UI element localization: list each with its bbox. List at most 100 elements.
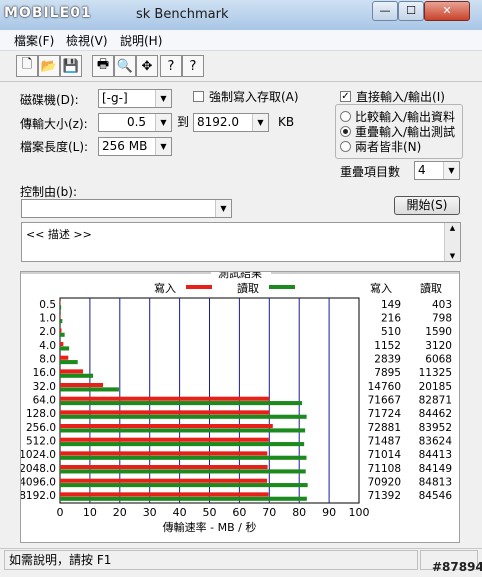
- save-icon[interactable]: 💾: [60, 55, 82, 77]
- results-chart: 測試結果寫入 讀取 寫入 讀取 0 10 20 30 40 50 60 70 80 90 100 傳輸速率 -…: [21, 272, 459, 534]
- write-value: 71667: [368, 395, 401, 407]
- y-tick-label: 2048.0: [21, 463, 56, 475]
- bar-read: [60, 401, 302, 406]
- to-label: 到: [177, 115, 190, 129]
- y-tick-label: 8192.0: [21, 490, 56, 502]
- direct-io-label: 直接輸入/輸出(I): [356, 90, 445, 104]
- queue-depth-label: 重疊項目數: [340, 165, 401, 179]
- drive-select-value: [-g-]: [102, 91, 128, 105]
- x-tick-label: 90: [322, 506, 336, 519]
- chevron-down-icon[interactable]: ▼: [155, 90, 171, 107]
- read-value: 403: [432, 299, 452, 311]
- read-value: 83624: [419, 436, 453, 448]
- app-logo: MOBILE01: [4, 5, 92, 21]
- x-tick-label: 0: [57, 506, 64, 519]
- write-value: 1152: [374, 340, 401, 352]
- y-tick-label: 256.0: [26, 422, 56, 434]
- bar-write: [60, 410, 270, 415]
- x-tick-label: 30: [143, 506, 157, 519]
- menu-help[interactable]: 說明(H): [120, 32, 162, 49]
- legend-swatch: [269, 285, 295, 289]
- menu-file[interactable]: 檔案(F): [14, 32, 54, 49]
- chevron-down-icon[interactable]: ▼: [443, 162, 459, 179]
- legend-swatch: [186, 285, 212, 289]
- unit-label: KB: [278, 115, 295, 129]
- description-scrollbar[interactable]: ▲ ▼: [444, 223, 460, 261]
- read-value: 1590: [425, 326, 452, 338]
- bar-write: [60, 369, 84, 374]
- bar-write: [60, 396, 270, 401]
- maximize-button[interactable]: ☐: [398, 1, 424, 21]
- queue-depth-select[interactable]: 4 ▼: [414, 161, 460, 180]
- direct-io-checkbox[interactable]: ✓: [340, 91, 351, 102]
- legend-label: 讀取: [237, 281, 259, 295]
- x-tick-label: 40: [173, 506, 187, 519]
- neither-radio[interactable]: [340, 141, 351, 152]
- open-folder-icon[interactable]: 📂: [38, 55, 60, 77]
- y-tick-label: 0.5: [39, 299, 56, 311]
- chart-title: 測試結果: [218, 272, 262, 280]
- window-title: sk Benchmark: [136, 7, 229, 22]
- transfer-size-label: 傳輸大小(z):: [20, 117, 88, 131]
- write-value: 14760: [368, 381, 401, 393]
- write-value: 71392: [368, 490, 401, 502]
- bar-read: [60, 373, 94, 378]
- chevron-down-icon[interactable]: ▼: [155, 114, 171, 131]
- read-value: 84813: [419, 477, 452, 489]
- transfer-from-select[interactable]: 0.5 ▼: [98, 113, 172, 132]
- y-tick-label: 2.0: [39, 326, 56, 338]
- x-axis-label: 傳輸速率 - MB / 秒: [163, 520, 257, 534]
- bar-read: [60, 360, 78, 365]
- bar-write: [60, 437, 269, 442]
- file-length-value: 256 MB: [102, 139, 148, 153]
- scroll-up-icon[interactable]: ▲: [445, 223, 460, 233]
- help-icon[interactable]: ?: [160, 55, 182, 77]
- watermark: #87894: [432, 560, 482, 574]
- read-value: 798: [432, 313, 452, 325]
- chevron-down-icon[interactable]: ▼: [215, 200, 231, 217]
- start-button[interactable]: 開始(S): [394, 196, 460, 215]
- print-icon[interactable]: 🖶: [92, 55, 114, 77]
- menu-view[interactable]: 檢視(V): [66, 32, 108, 49]
- x-tick-label: 100: [349, 506, 370, 519]
- bar-write: [60, 342, 64, 347]
- x-tick-label: 10: [83, 506, 97, 519]
- new-doc-icon[interactable]: 🗋: [16, 55, 38, 77]
- overlap-io-radio[interactable]: [340, 126, 351, 137]
- results-chart-panel: 測試結果 寫入 讀取 寫入 讀取 0 10 20 30 40 50 60 70 80 90 100 傳輸速率 -…: [20, 271, 460, 543]
- bar-write: [60, 451, 268, 456]
- move-icon[interactable]: ✥: [136, 55, 158, 77]
- minimize-button[interactable]: —: [372, 1, 398, 21]
- bar-write: [60, 465, 268, 470]
- force-write-checkbox[interactable]: [193, 91, 204, 102]
- transfer-to-select[interactable]: 8192.0 ▼: [193, 113, 269, 132]
- write-value: 71108: [368, 463, 401, 475]
- chevron-down-icon[interactable]: ▼: [155, 138, 171, 155]
- transfer-to-value: 8192.0: [197, 115, 239, 129]
- file-length-select[interactable]: 256 MB ▼: [98, 137, 172, 156]
- compare-io-radio[interactable]: [340, 111, 351, 122]
- control-select[interactable]: ▼: [21, 199, 232, 218]
- read-value: 3120: [425, 340, 452, 352]
- read-value: 84149: [419, 463, 452, 475]
- bar-write: [60, 424, 273, 429]
- read-value: 20185: [419, 381, 452, 393]
- read-value: 11325: [419, 367, 452, 379]
- write-value: 510: [381, 326, 401, 338]
- print-preview-icon[interactable]: 🔍: [114, 55, 136, 77]
- scroll-down-icon[interactable]: ▼: [445, 251, 460, 261]
- context-help-icon[interactable]: ?: [182, 55, 204, 77]
- close-button[interactable]: ✕: [424, 1, 470, 21]
- chevron-down-icon[interactable]: ▼: [252, 114, 268, 131]
- x-tick-label: 60: [232, 506, 246, 519]
- read-value: 82871: [419, 395, 452, 407]
- bar-read: [60, 319, 63, 324]
- x-tick-label: 70: [262, 506, 276, 519]
- drive-select[interactable]: [-g-] ▼: [98, 89, 172, 108]
- bar-read: [60, 442, 305, 447]
- write-value: 2839: [374, 354, 401, 366]
- description-box[interactable]: << 描述 >> ▲ ▼: [21, 222, 461, 262]
- bar-read: [60, 455, 307, 460]
- y-tick-label: 32.0: [33, 381, 56, 393]
- bar-read: [60, 483, 308, 488]
